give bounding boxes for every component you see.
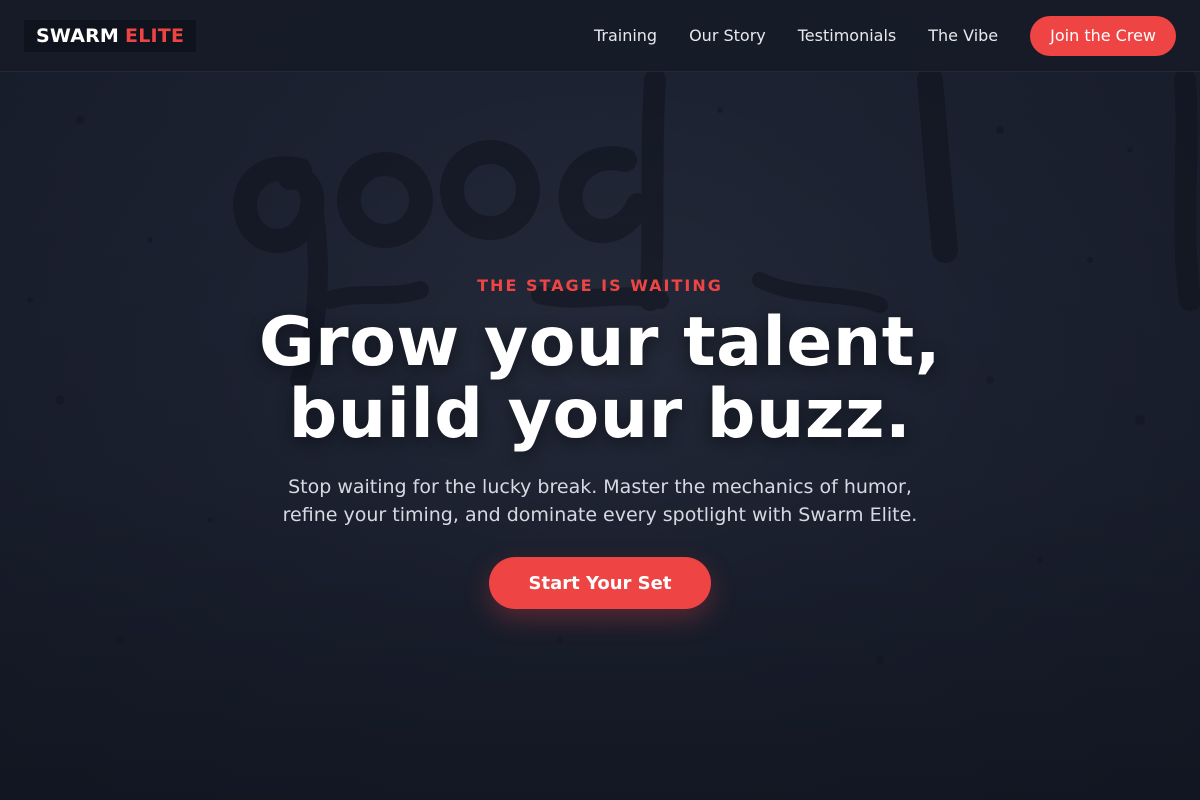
landing-page: SWARM ELITE Training Our Story Testimoni… (0, 0, 1200, 800)
nav-link-the-vibe[interactable]: The Vibe (928, 26, 998, 45)
hero-subcopy: Stop waiting for the lucky break. Master… (240, 473, 960, 529)
brand-name-primary: SWARM (36, 24, 120, 47)
nav-link-our-story[interactable]: Our Story (689, 26, 766, 45)
start-your-set-button[interactable]: Start Your Set (488, 557, 712, 609)
join-the-crew-button[interactable]: Join the Crew (1030, 15, 1176, 56)
hero-headline: Grow your talent, build your buzz. (259, 307, 941, 451)
nav-link-testimonials[interactable]: Testimonials (798, 26, 897, 45)
hero-subcopy-line2: refine your timing, and dominate every s… (282, 504, 918, 526)
brand-logo[interactable]: SWARM ELITE (24, 19, 197, 52)
top-navbar: SWARM ELITE Training Our Story Testimoni… (0, 0, 1200, 72)
brand-name-accent: ELITE (125, 24, 185, 47)
hero-eyebrow: THE STAGE IS WAITING (477, 276, 723, 295)
nav-links: Training Our Story Testimonials The Vibe… (594, 15, 1176, 56)
hero-headline-line2: build your buzz. (288, 375, 912, 454)
hero-headline-line1: Grow your talent, (258, 303, 942, 382)
nav-link-training[interactable]: Training (594, 26, 657, 45)
hero-section: THE STAGE IS WAITING Grow your talent, b… (0, 72, 1200, 800)
hero-subcopy-line1: Stop waiting for the lucky break. Master… (288, 476, 912, 498)
